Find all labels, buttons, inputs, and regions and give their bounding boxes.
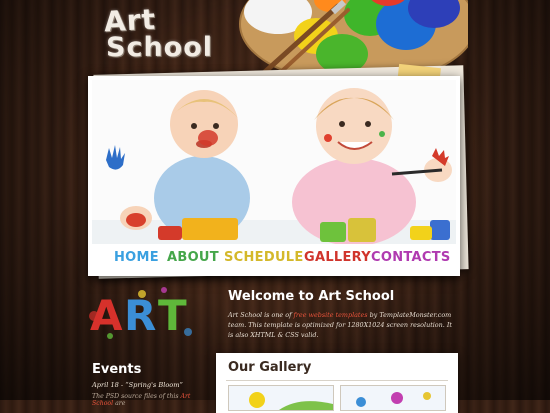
- site-logo[interactable]: Art School: [103, 2, 244, 72]
- gallery-thumbnail[interactable]: [340, 385, 446, 411]
- nav-item-about[interactable]: ABOUT: [167, 250, 219, 265]
- children-painting-photo: [92, 80, 456, 244]
- art-letter-r: R: [124, 291, 156, 340]
- nav-item-gallery[interactable]: GALLERY: [304, 250, 371, 265]
- sun-drawing-thumbnail: [249, 392, 333, 410]
- main-navigation: HOME ABOUT SCHEDULE GALLERY CONTACTS: [92, 244, 456, 272]
- nav-item-schedule[interactable]: SCHEDULE: [224, 250, 304, 265]
- logo-line-2: School: [106, 32, 214, 63]
- free-templates-link[interactable]: free website templates: [294, 311, 368, 319]
- event-date: April 18 - “Spring's Bloom”: [92, 381, 183, 389]
- gallery-heading: Our Gallery: [228, 360, 312, 375]
- welcome-heading: Welcome to Art School: [228, 289, 395, 304]
- art-letter-a: A: [90, 291, 123, 340]
- gallery-divider: [226, 380, 448, 381]
- event-description: The PSD source files of this Art School …: [92, 393, 212, 407]
- event-text-start: The PSD source files of this: [92, 393, 181, 400]
- welcome-text-start: Art School is one of: [228, 311, 294, 319]
- art-splash-image: A R T: [89, 287, 192, 340]
- events-heading: Events: [92, 362, 142, 377]
- event-text-end: are: [113, 400, 126, 407]
- header-photo-frame: HOME ABOUT SCHEDULE GALLERY CONTACTS: [88, 76, 460, 276]
- gallery-panel: Our Gallery: [216, 353, 458, 413]
- art-letter-t: T: [158, 291, 187, 340]
- welcome-paragraph: Art School is one of free website templa…: [228, 310, 456, 340]
- nav-item-contacts[interactable]: CONTACTS: [371, 250, 451, 265]
- gallery-thumbnail[interactable]: [228, 385, 334, 411]
- photo-illustration: [92, 80, 456, 244]
- nav-item-home[interactable]: HOME: [114, 250, 159, 265]
- flower-drawing-thumbnail: [356, 392, 431, 407]
